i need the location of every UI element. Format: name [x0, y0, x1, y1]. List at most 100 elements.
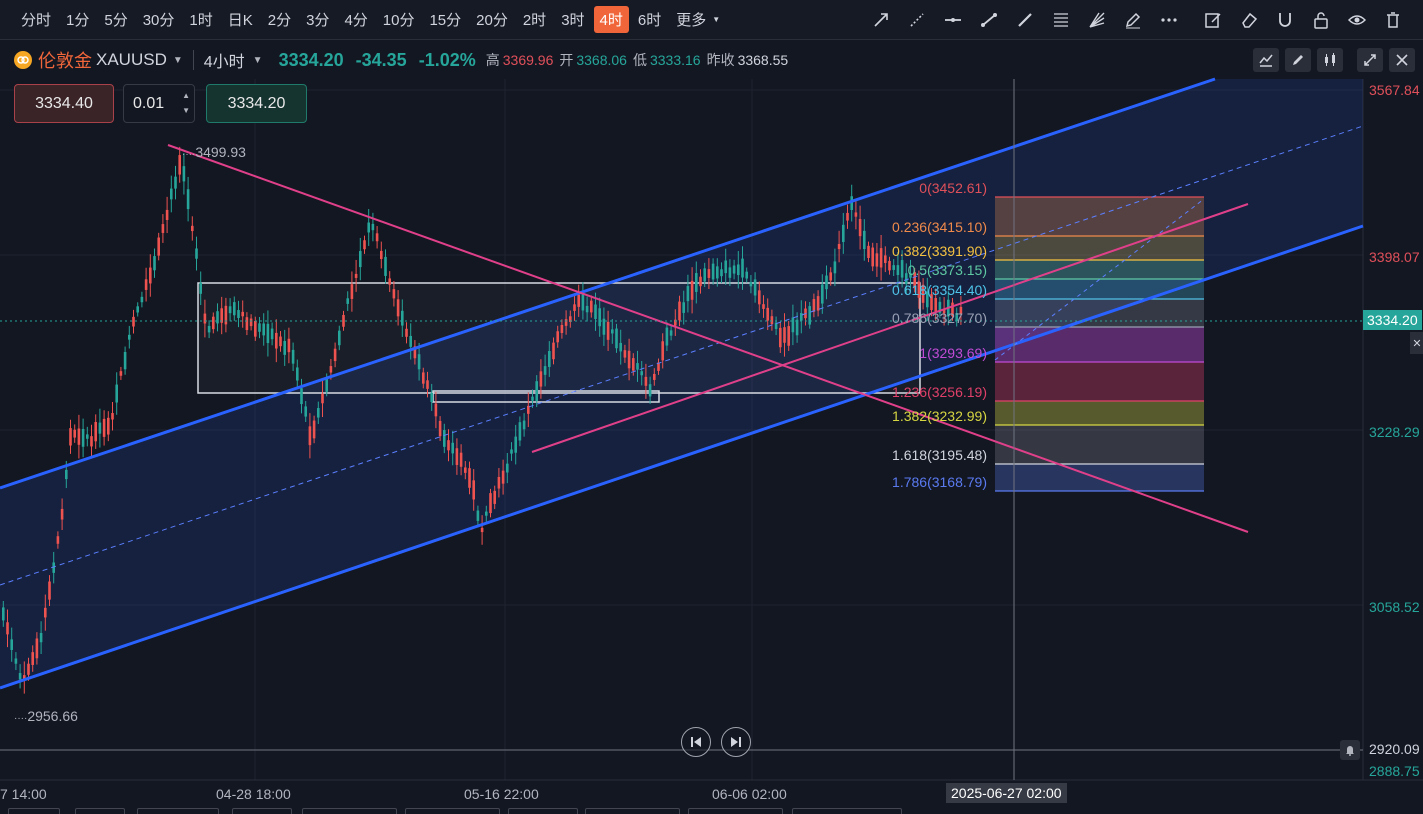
buy-price-button[interactable]: 3334.20	[206, 84, 307, 123]
indicator-icon[interactable]	[1253, 48, 1279, 72]
candle-body	[388, 278, 391, 285]
time-axis-label: 05-16 22:00	[464, 786, 539, 802]
lock-icon[interactable]	[1303, 6, 1339, 34]
magnet-icon[interactable]	[1267, 6, 1303, 34]
candle-type-icon[interactable]	[1317, 48, 1343, 72]
timeframe-tab[interactable]: 日K	[222, 6, 259, 33]
timeframe-tab[interactable]: 1分	[60, 6, 95, 33]
bottom-tab[interactable]	[232, 808, 292, 814]
fullscreen-icon[interactable]	[1357, 48, 1383, 72]
candle-body	[556, 331, 559, 343]
high-label: 高	[485, 52, 500, 68]
candle-body	[854, 212, 858, 217]
timeframe-tab[interactable]: 6时	[632, 6, 667, 33]
timeframe-tab[interactable]: 20分	[470, 6, 514, 33]
candle-body	[627, 350, 631, 369]
candle-body	[174, 176, 177, 189]
candle-body	[417, 354, 421, 370]
side-collapse-icon[interactable]: ✕	[1410, 332, 1423, 354]
candle-body	[325, 377, 328, 392]
bottom-tab[interactable]	[508, 808, 578, 814]
trash-icon[interactable]	[1375, 6, 1411, 34]
candle-body	[598, 308, 601, 327]
symbol-name[interactable]: 伦敦金	[38, 47, 92, 73]
bottom-tab[interactable]	[688, 808, 783, 814]
timeframe-tab[interactable]: 1时	[183, 6, 218, 33]
fibonacci-icon[interactable]	[1043, 6, 1079, 34]
timeframe-tab[interactable]: 30分	[137, 6, 181, 33]
lot-stepper[interactable]: ▲ ▼	[182, 88, 190, 118]
candle-body	[800, 313, 803, 321]
price-change-pct: -1.02%	[418, 49, 476, 70]
candle-body	[489, 493, 492, 514]
bottom-tab[interactable]	[75, 808, 125, 814]
lot-size-input[interactable]: 0.01 ▲ ▼	[123, 84, 195, 123]
scroll-forward-button[interactable]	[721, 727, 751, 757]
more-chevron-icon[interactable]: ▼	[712, 15, 720, 24]
timeframe-tab[interactable]: 更多	[670, 6, 712, 33]
candle-body	[367, 222, 370, 233]
candle-body	[795, 319, 799, 336]
open-label: 开	[559, 52, 574, 68]
candle-body	[522, 420, 526, 430]
bottom-tab[interactable]	[585, 808, 680, 814]
timeframe-tab[interactable]: 3时	[555, 6, 590, 33]
candle-body	[212, 316, 215, 330]
pen-icon[interactable]	[1115, 6, 1151, 34]
candle-body	[262, 323, 265, 336]
candle-body	[119, 371, 123, 376]
timeframe-tab[interactable]: 分时	[15, 6, 57, 33]
timeframe-tab[interactable]: 3分	[300, 6, 335, 33]
lot-size-value[interactable]: 0.01	[133, 95, 164, 113]
eye-icon[interactable]	[1339, 6, 1375, 34]
trend-line-icon[interactable]	[971, 6, 1007, 34]
candle-body	[338, 330, 341, 346]
candle-body	[871, 247, 874, 267]
candle-body	[531, 396, 534, 401]
candle-body	[711, 263, 715, 280]
candle-body	[237, 310, 240, 319]
candle-body	[199, 282, 202, 294]
candle-body	[132, 316, 135, 327]
candle-body	[875, 253, 879, 267]
candle-body	[270, 328, 274, 340]
alert-bell-icon[interactable]	[1340, 740, 1360, 760]
candle-body	[111, 413, 114, 420]
draw-pen-icon[interactable]	[1285, 48, 1311, 72]
candle-body	[884, 255, 887, 263]
segment-icon[interactable]	[1007, 6, 1043, 34]
fib-level-label: 0.382(3391.90)	[892, 243, 987, 259]
timeframe-tab[interactable]: 5分	[98, 6, 133, 33]
timeframe-tab[interactable]: 2时	[517, 6, 552, 33]
bottom-tab[interactable]	[8, 808, 60, 814]
timeframe-tab[interactable]: 15分	[423, 6, 467, 33]
symbol-dropdown-icon[interactable]: ▼	[173, 55, 183, 66]
candle-body	[6, 622, 9, 635]
bottom-tab[interactable]	[792, 808, 902, 814]
bottom-tab[interactable]	[302, 808, 397, 814]
candle-body	[497, 476, 501, 489]
dashed-ray-icon[interactable]	[899, 6, 935, 34]
interval-dropdown-icon[interactable]: ▼	[253, 55, 263, 66]
eraser-icon[interactable]	[1231, 6, 1267, 34]
symbol-code[interactable]: XAUUSD	[96, 50, 167, 70]
timeframe-tab[interactable]: 4时	[593, 6, 629, 33]
timeframe-tab[interactable]: 4分	[338, 6, 373, 33]
scroll-back-button[interactable]	[681, 727, 711, 757]
more-dots-icon[interactable]	[1151, 6, 1187, 34]
candle-body	[863, 230, 866, 250]
bottom-tab[interactable]	[405, 808, 500, 814]
sell-price-button[interactable]: 3334.40	[14, 84, 114, 123]
bottom-tab[interactable]	[137, 808, 219, 814]
arrow-line-icon[interactable]	[863, 6, 899, 34]
horizontal-line-icon[interactable]	[935, 6, 971, 34]
candle-body	[178, 155, 181, 175]
candle-body	[182, 166, 186, 182]
interval-select[interactable]: 4小时	[204, 48, 245, 72]
timeframe-tab[interactable]: 10分	[377, 6, 421, 33]
timeframe-tab[interactable]: 2分	[262, 6, 297, 33]
fan-icon[interactable]	[1079, 6, 1115, 34]
close-icon[interactable]	[1389, 48, 1415, 72]
candle-body	[640, 371, 643, 376]
edit-icon[interactable]	[1195, 6, 1231, 34]
